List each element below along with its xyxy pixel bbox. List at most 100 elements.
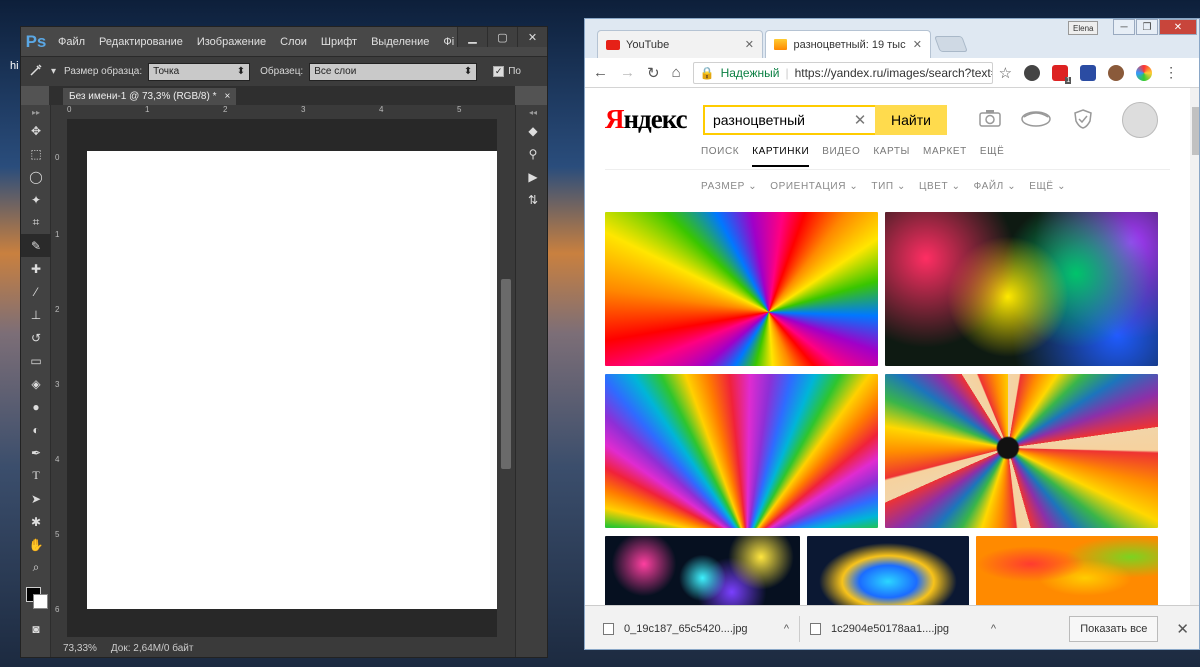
tool-preset-arrow[interactable]: ▾ [51, 66, 56, 77]
color-powder-image[interactable] [885, 212, 1158, 366]
blur-icon[interactable]: ● [21, 395, 51, 418]
magic-wand-icon[interactable]: ✦ [21, 188, 51, 211]
download-filename[interactable]: 0_19c187_65c5420....jpg [624, 623, 748, 635]
tab-close-icon[interactable]: ✕ [745, 38, 754, 51]
lasso-icon[interactable]: ◯ [21, 165, 51, 188]
ps-close-button[interactable]: ✕ [517, 27, 547, 47]
eyedropper-icon[interactable] [21, 63, 51, 80]
back-button[interactable]: ← [593, 64, 608, 81]
page-scroll-thumb[interactable] [1192, 107, 1199, 156]
sample-select[interactable]: Все слои ⬍ [309, 62, 478, 81]
color-pencils-image[interactable] [885, 374, 1158, 528]
adblock-icon[interactable]: 1 [1052, 64, 1072, 84]
brush-icon[interactable]: ⁄ [21, 280, 51, 303]
panel-collapse-icon[interactable]: ◂◂ [516, 105, 547, 119]
path-select-icon[interactable]: ➤ [21, 487, 51, 510]
marquee-icon[interactable]: ⬚ [21, 142, 51, 165]
new-tab-button[interactable] [934, 36, 968, 52]
bokeh-lights-image[interactable] [605, 536, 800, 605]
zoom-level[interactable]: 73,33% [63, 643, 97, 654]
rainbow-swirl-image[interactable] [605, 212, 878, 366]
filter-size[interactable]: РАЗМЕР ⌄ [701, 181, 757, 192]
download-item[interactable]: 0_19c187_65c5420....jpg ^ [603, 622, 789, 635]
home-button[interactable]: ⌂ [672, 64, 681, 81]
tab-maps[interactable]: КАРТЫ [873, 146, 910, 167]
camera-icon[interactable] [978, 108, 1002, 133]
ps-minimize-button[interactable]: ▁ [457, 27, 487, 47]
page-scrollbar[interactable] [1190, 88, 1199, 605]
filter-more[interactable]: ЕЩЁ ⌄ [1029, 181, 1066, 192]
chrome-minimize-button[interactable]: ─ [1113, 19, 1135, 35]
ps-menu-image[interactable]: Изображение [190, 36, 273, 48]
stamp-icon[interactable]: ⊥ [21, 303, 51, 326]
reload-button[interactable]: ↻ [647, 64, 660, 82]
ps-menu-select[interactable]: Выделение [364, 36, 436, 48]
rainbow-petals-image[interactable] [605, 374, 878, 528]
color-picker-icon[interactable] [1136, 64, 1153, 81]
crop-icon[interactable]: ⌗ [21, 211, 51, 234]
history-panel-icon[interactable]: ⇅ [516, 188, 547, 211]
adjustments-panel-icon[interactable]: ⚲ [516, 142, 547, 165]
sample-checkbox[interactable]: ✓ [493, 66, 505, 77]
tab-images[interactable]: КАРТИНКИ [752, 146, 810, 167]
clear-search-icon[interactable]: ✕ [849, 111, 871, 129]
shield-icon[interactable] [1073, 108, 1093, 135]
eyedropper-icon[interactable]: ✎ [21, 234, 51, 257]
hand-icon[interactable]: ✋ [21, 533, 51, 556]
search-button[interactable]: Найти [875, 105, 947, 135]
layers-panel-icon[interactable]: ◆ [516, 119, 547, 142]
close-downloads-icon[interactable]: ✕ [1176, 620, 1189, 638]
tab-market[interactable]: МАРКЕТ [923, 146, 967, 167]
translate-icon[interactable] [1080, 64, 1097, 81]
filter-orientation[interactable]: ОРИЕНТАЦИЯ ⌄ [770, 181, 858, 192]
document-close-icon[interactable]: × [224, 91, 230, 102]
ps-document-canvas[interactable] [87, 151, 497, 609]
avatar[interactable] [1122, 102, 1158, 138]
bucket-icon[interactable]: ◈ [21, 372, 51, 395]
extension-icon[interactable] [1024, 64, 1041, 81]
shape-icon[interactable]: ✱ [21, 510, 51, 533]
desktop-icon-label[interactable]: hi [10, 60, 19, 72]
healing-icon[interactable]: ✚ [21, 257, 51, 280]
tab-more[interactable]: ЕЩЁ [980, 146, 1005, 167]
download-filename[interactable]: 1c2904e50178aa1....jpg [831, 623, 949, 635]
actions-panel-icon[interactable]: ▶ [516, 165, 547, 188]
tab-youtube[interactable]: YouTube ✕ [597, 30, 763, 58]
filter-file[interactable]: ФАЙЛ ⌄ [974, 181, 1017, 192]
forward-button[interactable]: → [620, 64, 635, 81]
pen-icon[interactable]: ✒ [21, 441, 51, 464]
tab-video[interactable]: ВИДЕО [822, 146, 860, 167]
filter-color[interactable]: ЦВЕТ ⌄ [919, 181, 961, 192]
tab-yandex-images[interactable]: разноцветный: 19 тыс и ✕ [765, 30, 931, 58]
history-brush-icon[interactable]: ↺ [21, 326, 51, 349]
move-icon[interactable]: ✥ [21, 119, 51, 142]
tab-search[interactable]: ПОИСК [701, 146, 739, 167]
neon-cat-image[interactable] [807, 536, 969, 605]
quick-mask-icon[interactable]: ◙ [21, 617, 51, 640]
chevron-up-icon[interactable]: ^ [784, 623, 789, 635]
ps-vertical-scrollbar[interactable] [497, 119, 515, 637]
toolbar-grip-icon[interactable]: ▸▸ [21, 105, 51, 119]
chrome-close-button[interactable]: ✕ [1159, 19, 1197, 35]
ps-menu-edit[interactable]: Редактирование [92, 36, 190, 48]
download-item[interactable]: 1c2904e50178aa1....jpg ^ [810, 622, 996, 635]
tab-close-icon[interactable]: ✕ [913, 38, 922, 51]
bookmark-star-icon[interactable]: ☆ [999, 64, 1012, 82]
color-swatches[interactable] [21, 579, 51, 617]
address-bar[interactable]: 🔒 Надежный | https://yandex.ru/images/se… [692, 61, 993, 84]
ps-menu-file[interactable]: Файл [51, 36, 92, 48]
cloud-icon[interactable] [1020, 108, 1052, 133]
sample-size-select[interactable]: Точка ⬍ [148, 62, 251, 81]
url-text[interactable]: https://yandex.ru/images/search?text= [795, 66, 992, 80]
menu-icon[interactable]: ⋮ [1164, 64, 1178, 81]
ps-canvas-area[interactable] [67, 119, 497, 637]
lock-icon[interactable]: 🔒 [700, 66, 715, 80]
zoom-icon[interactable]: ⌕ [21, 556, 51, 579]
background-color[interactable] [33, 594, 48, 609]
gummy-candy-image[interactable] [976, 536, 1158, 605]
dodge-icon[interactable]: ◐ [21, 418, 51, 441]
ps-menu-type[interactable]: Шрифт [314, 36, 364, 48]
show-all-downloads-button[interactable]: Показать все [1069, 615, 1159, 642]
filter-type[interactable]: ТИП ⌄ [871, 181, 906, 192]
chrome-user-badge[interactable]: Elena [1068, 21, 1099, 35]
